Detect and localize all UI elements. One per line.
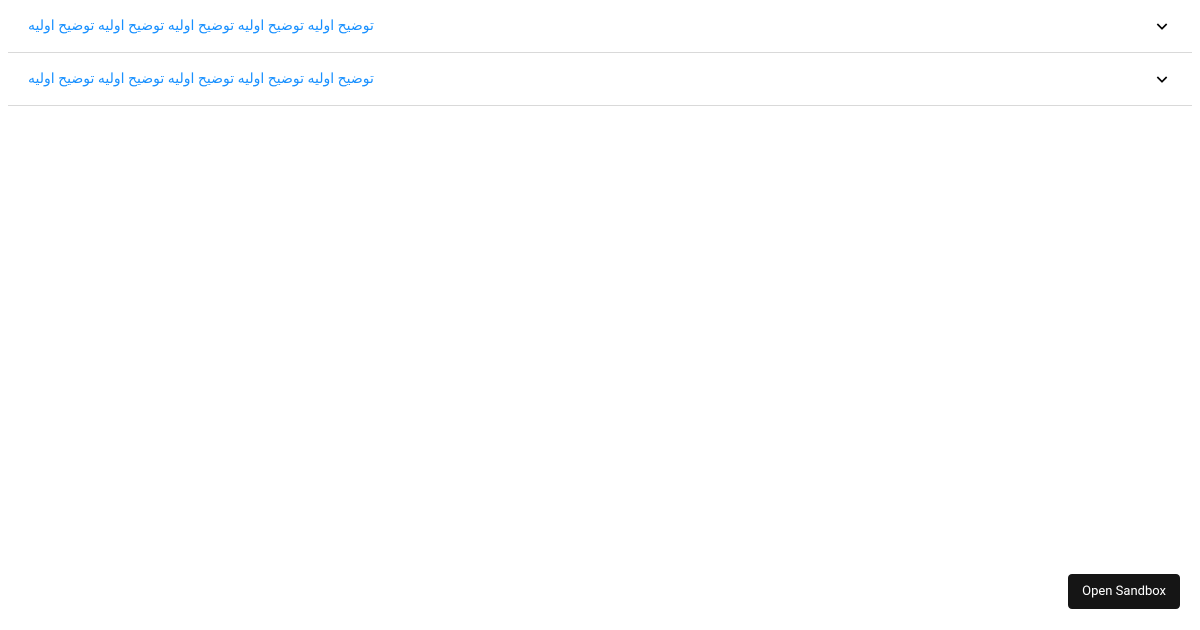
- accordion-item[interactable]: توضیح اولیه توضیح اولیه توضیح اولیه توضی…: [8, 0, 1192, 53]
- accordion-title: توضیح اولیه توضیح اولیه توضیح اولیه توضی…: [28, 71, 374, 87]
- chevron-down-icon: [1152, 16, 1172, 36]
- open-sandbox-button[interactable]: Open Sandbox: [1068, 574, 1180, 609]
- accordion-container: توضیح اولیه توضیح اولیه توضیح اولیه توضی…: [0, 0, 1200, 106]
- accordion-title: توضیح اولیه توضیح اولیه توضیح اولیه توضی…: [28, 18, 374, 34]
- chevron-down-icon: [1152, 69, 1172, 89]
- accordion-item[interactable]: توضیح اولیه توضیح اولیه توضیح اولیه توضی…: [8, 52, 1192, 106]
